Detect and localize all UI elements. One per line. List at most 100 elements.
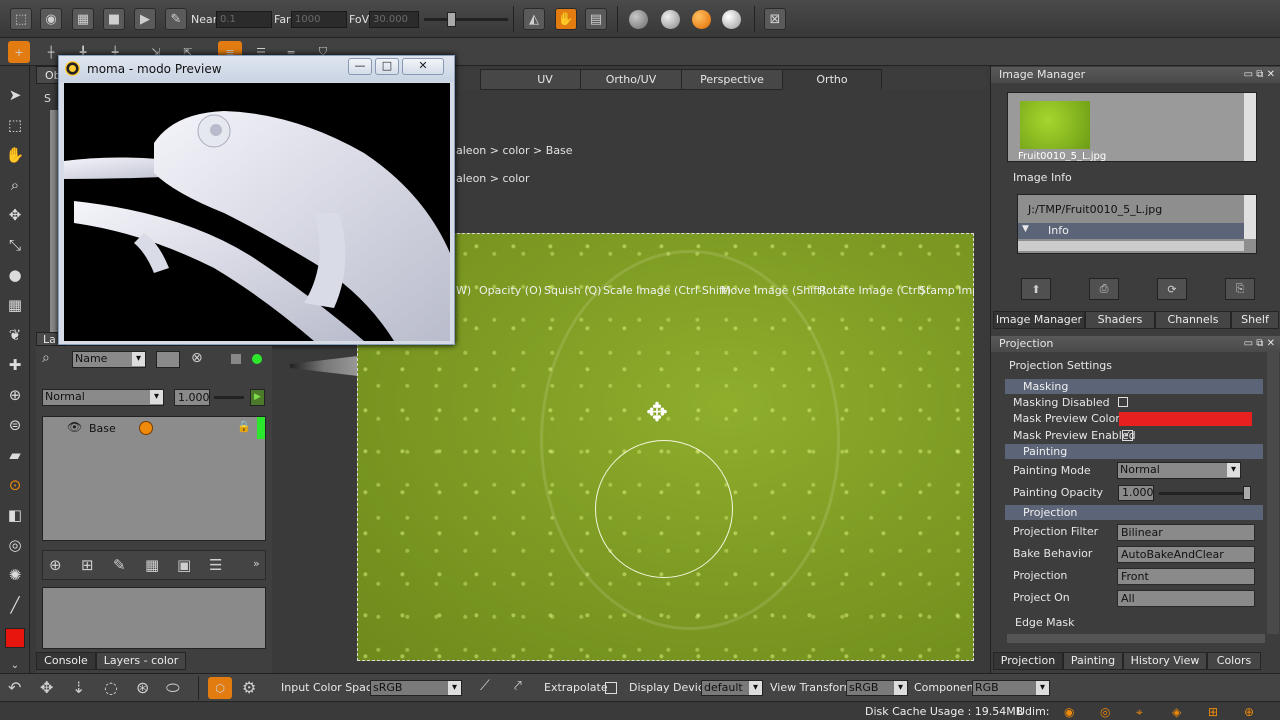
- group-painting[interactable]: Painting: [1005, 444, 1263, 459]
- solid-cube-icon[interactable]: ■: [103, 8, 125, 30]
- preview-title-bar[interactable]: moma - modo Preview — □ ✕: [59, 56, 454, 82]
- play-icon[interactable]: ▶: [250, 389, 265, 406]
- preview-window[interactable]: moma - modo Preview — □ ✕: [58, 55, 455, 345]
- list-icon[interactable]: ☰: [209, 556, 222, 574]
- mesh-icon[interactable]: ▦: [4, 294, 26, 316]
- maximize-button[interactable]: □: [375, 58, 399, 75]
- paint-mode-icon[interactable]: ✋: [555, 8, 577, 30]
- project-on-field[interactable]: All: [1117, 590, 1255, 607]
- tab-perspective[interactable]: Perspective: [681, 69, 783, 90]
- lock-icon[interactable]: 🔒: [237, 420, 251, 433]
- brush-icon[interactable]: ✎: [165, 8, 187, 30]
- clear-filter-icon[interactable]: ⊗: [191, 350, 203, 366]
- lasso-icon[interactable]: ⬭: [166, 678, 180, 698]
- minimize-button[interactable]: —: [348, 58, 372, 75]
- tab-shelf[interactable]: Shelf: [1231, 311, 1279, 329]
- component-dropdown[interactable]: RGB: [972, 680, 1050, 696]
- move-icon[interactable]: ✥: [40, 678, 53, 697]
- fov-slider-handle[interactable]: [447, 12, 456, 27]
- tab-image-manager[interactable]: Image Manager: [993, 311, 1085, 329]
- zoom-icon[interactable]: ⌕: [4, 174, 26, 196]
- view-transform-dropdown[interactable]: sRGB: [846, 680, 908, 696]
- settings-gear-icon[interactable]: ⚙: [242, 678, 256, 697]
- rotate-icon[interactable]: ◌: [104, 678, 118, 697]
- save-image-icon[interactable]: ⎘: [1225, 278, 1255, 300]
- select-box-icon[interactable]: ⬚: [4, 114, 26, 136]
- eye-icon[interactable]: 👁: [67, 420, 82, 434]
- add-image-layer-icon[interactable]: ⊞: [81, 556, 94, 574]
- tab-history-view[interactable]: History View: [1123, 652, 1207, 670]
- projection-h-scrollbar[interactable]: [1007, 634, 1265, 643]
- foreground-color-swatch[interactable]: [5, 628, 25, 648]
- close-button[interactable]: ✕: [402, 58, 444, 75]
- display-device-dropdown[interactable]: default: [701, 680, 763, 696]
- status-icon-5[interactable]: ⊞: [1208, 705, 1218, 719]
- masking-disabled-checkbox[interactable]: [1118, 397, 1128, 407]
- tab-projection[interactable]: Projection: [993, 652, 1063, 670]
- far-input[interactable]: 1000: [291, 11, 347, 28]
- extrapolate-icon[interactable]: ⤤: [514, 678, 522, 694]
- eyedropper-icon[interactable]: ╱: [4, 594, 26, 616]
- painting-opacity-input[interactable]: 1.000: [1118, 485, 1154, 501]
- gear-icon[interactable]: ✺: [4, 564, 26, 586]
- painting-mode-dropdown[interactable]: Normal: [1117, 462, 1241, 479]
- mask-preview-color-swatch[interactable]: [1119, 412, 1252, 426]
- opacity-slider[interactable]: [214, 396, 244, 399]
- target-icon[interactable]: ◎: [4, 534, 26, 556]
- image-thumbnail[interactable]: [1020, 101, 1090, 149]
- tab-channels[interactable]: Channels: [1155, 311, 1231, 329]
- near-input[interactable]: 0.1: [216, 11, 272, 28]
- drop-icon[interactable]: ●: [4, 264, 26, 286]
- scale-icon[interactable]: ⤡: [4, 234, 26, 256]
- curve-icon[interactable]: ⟋: [480, 678, 490, 694]
- info-row[interactable]: ▼ Info: [1018, 223, 1244, 239]
- cube-view-icon[interactable]: ⬚: [10, 8, 32, 30]
- tab-console[interactable]: Console: [36, 652, 96, 670]
- projection-field[interactable]: Front: [1117, 568, 1255, 585]
- input-color-space-dropdown[interactable]: sRGB: [370, 680, 462, 696]
- hexagon-icon[interactable]: ⬡: [208, 677, 232, 699]
- layout-icon[interactable]: ▤: [585, 8, 607, 30]
- play-icon[interactable]: ▶: [134, 8, 156, 30]
- info-h-scrollbar[interactable]: [1018, 241, 1244, 251]
- tab-colors[interactable]: Colors: [1207, 652, 1261, 670]
- add-paint-layer-icon[interactable]: ⊕: [49, 556, 62, 574]
- chevron-right-icon[interactable]: »: [253, 557, 260, 570]
- group-masking[interactable]: Masking: [1005, 379, 1263, 394]
- layers-tool-icon[interactable]: ⊜: [4, 414, 26, 436]
- sphere-orange-icon[interactable]: [692, 10, 711, 29]
- load-image-icon[interactable]: ⬆: [1021, 278, 1051, 300]
- sphere-light-icon[interactable]: [661, 10, 680, 29]
- down-arrow-icon[interactable]: ⇣: [72, 678, 85, 697]
- paint-brush-icon[interactable]: ⊙: [4, 474, 26, 496]
- info-scrollbar[interactable]: [1244, 195, 1256, 239]
- filter-color-swatch[interactable]: [156, 351, 180, 368]
- status-icon-4[interactable]: ◈: [1172, 705, 1181, 719]
- grid-icon[interactable]: ▦: [72, 8, 94, 30]
- status-icon-6[interactable]: ⊕: [1244, 705, 1254, 719]
- extrapolate-checkbox[interactable]: [605, 682, 617, 694]
- mask-preview-enabled-checkbox[interactable]: ✓: [1122, 430, 1133, 441]
- tab-ortho-uv[interactable]: Ortho/UV: [580, 69, 682, 90]
- add-brush-layer-icon[interactable]: ✎: [113, 556, 126, 574]
- projection-scrollbar[interactable]: [1267, 350, 1279, 634]
- rotate-icon[interactable]: ⊕: [4, 384, 26, 406]
- filter-dropdown[interactable]: Name: [72, 351, 146, 368]
- tab-shaders[interactable]: Shaders: [1085, 311, 1155, 329]
- gradient-icon[interactable]: ◧: [4, 504, 26, 526]
- new-image-icon[interactable]: ⎙: [1089, 278, 1119, 300]
- transform-icon[interactable]: ⊛: [136, 678, 149, 697]
- opacity-input[interactable]: 1.000: [174, 389, 210, 406]
- toggle-icon[interactable]: [231, 354, 241, 364]
- undo-icon[interactable]: ↶: [8, 678, 21, 697]
- close-view-icon[interactable]: ⊠: [764, 8, 786, 30]
- add-grid-layer-icon[interactable]: ▦: [145, 556, 159, 574]
- eraser-icon[interactable]: ▰: [4, 444, 26, 466]
- thumbnail-scrollbar[interactable]: [1244, 93, 1256, 161]
- render-icon[interactable]: ◭: [523, 8, 545, 30]
- translate-icon[interactable]: ✥: [4, 204, 26, 226]
- pin-icon[interactable]: ✚: [4, 354, 26, 376]
- status-icon-3[interactable]: ⌖: [1136, 705, 1143, 720]
- projection-filter-field[interactable]: Bilinear: [1117, 524, 1255, 541]
- add-folder-icon[interactable]: ▣: [177, 556, 191, 574]
